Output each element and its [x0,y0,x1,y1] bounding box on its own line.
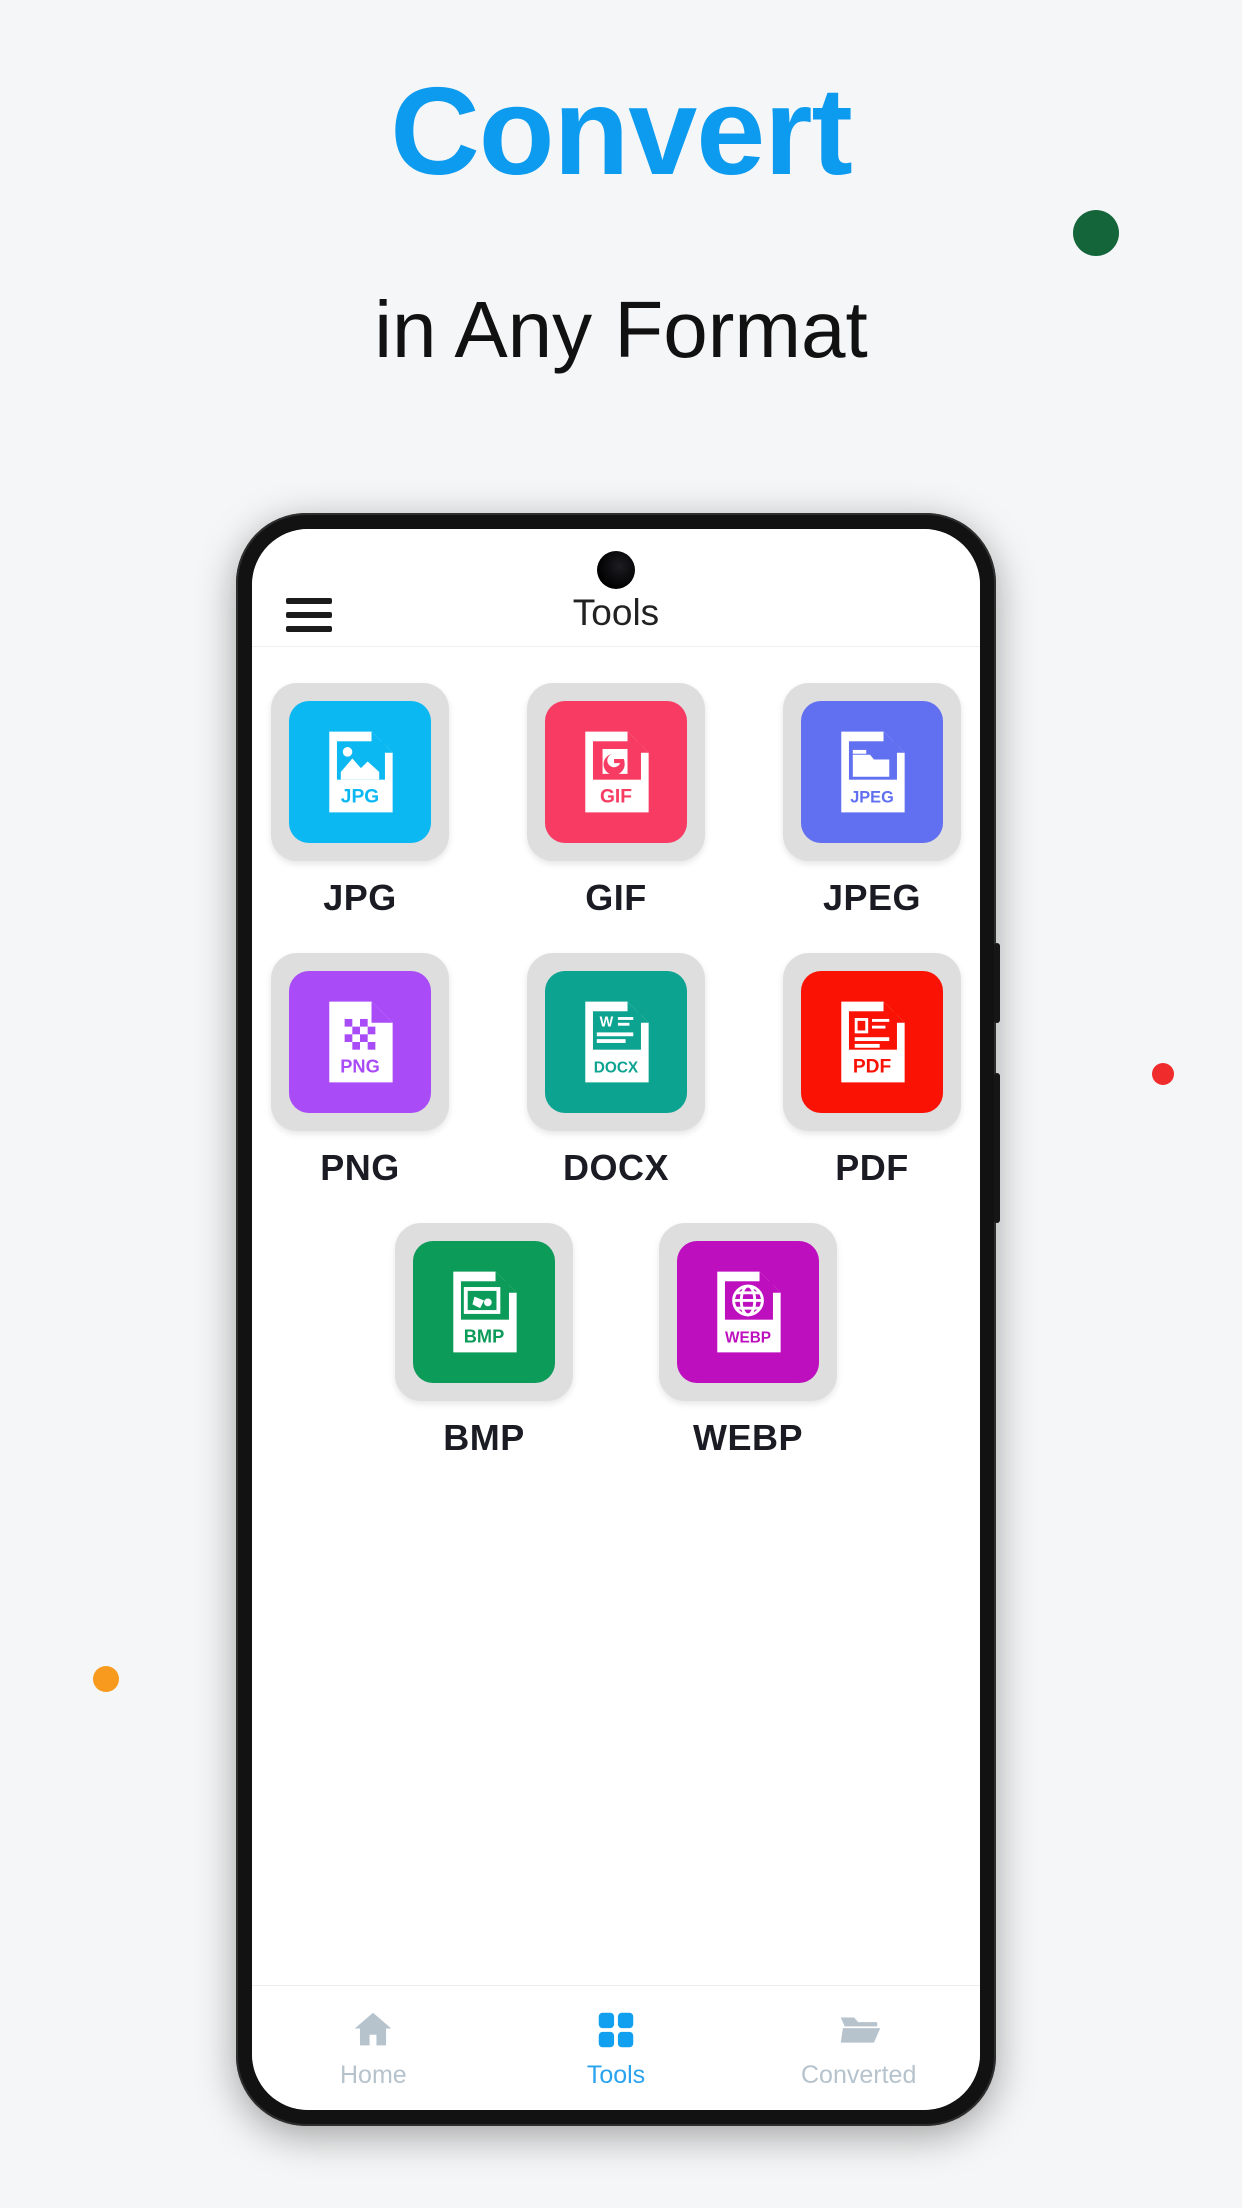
tile-inner: PNG [289,971,431,1113]
format-tile-webp[interactable]: WEBP WEBP [644,1223,852,1459]
tile-inner: JPG [289,701,431,843]
nav-label: Converted [801,2060,917,2089]
svg-text:PDF: PDF [853,1057,892,1078]
svg-text:DOCX: DOCX [594,1060,639,1077]
format-tile-docx[interactable]: W DOCX DOCX [512,953,720,1189]
svg-text:PNG: PNG [340,1056,380,1077]
tile-frame: JPEG [783,683,961,861]
format-tile-bmp[interactable]: BMP BMP [380,1223,588,1459]
tile-inner: WEBP [677,1241,819,1383]
word-file-icon: W DOCX [585,1001,649,1083]
nav-item-home[interactable]: Home [252,2007,495,2090]
pixels-file-icon: PNG [329,1001,393,1083]
format-tile-gif[interactable]: GIF GIF [512,683,720,919]
format-tile-png[interactable]: PNG PNG [256,953,464,1189]
page-subtitle: in Any Format [374,285,868,374]
format-label: BMP [443,1417,525,1458]
bitmap-file-icon: BMP [453,1271,517,1353]
folder-icon [840,2017,880,2043]
phone-screen: Tools JPG JPG GIF GIF JPEG JPEG PNG PNG … [252,529,980,2110]
nav-label: Home [339,2060,407,2089]
svg-text:W: W [600,1015,614,1031]
decor-dot-orange [93,1666,119,1692]
svg-text:GIF: GIF [600,787,632,808]
svg-text:JPG: JPG [341,787,379,808]
decor-dot-red [1152,1063,1174,1085]
format-tile-pdf[interactable]: PDF PDF [768,953,976,1189]
format-label: WEBP [693,1417,803,1458]
format-label: GIF [585,877,647,918]
tile-frame: W DOCX [527,953,705,1131]
app-bar-title: Tools [572,592,660,633]
tile-frame: BMP [395,1223,573,1401]
format-row-1: JPG JPG GIF GIF JPEG JPEG [252,683,980,919]
format-label: JPG [323,877,397,918]
nav-item-converted[interactable]: Converted [737,2007,980,2090]
format-label: JPEG [822,877,922,918]
nav-item-tools[interactable]: Tools [495,2007,738,2090]
nav-label: Tools [586,2060,646,2089]
format-label: PDF [835,1147,909,1188]
gif-file-icon: GIF [585,731,649,813]
format-tile-jpg[interactable]: JPG JPG [256,683,464,919]
promo-stage: Convert in Any Format Tools JPG JPG GIF … [0,0,1242,2208]
tile-inner: GIF [545,701,687,843]
hamburger-menu-icon[interactable] [286,598,332,632]
format-grid: JPG JPG GIF GIF JPEG JPEG PNG PNG W DOCX… [252,647,980,1986]
phone-mockup: Tools JPG JPG GIF GIF JPEG JPEG PNG PNG … [236,513,1000,2126]
app-bar: Tools [252,529,980,647]
tile-frame: PDF [783,953,961,1131]
tile-inner: BMP [413,1241,555,1383]
globe-file-icon: WEBP [717,1271,781,1353]
tile-inner: JPEG [801,701,943,843]
pdf-file-icon: PDF [841,1001,905,1083]
tile-frame: WEBP [659,1223,837,1401]
decor-dot-green [1073,210,1119,256]
format-label: PNG [320,1147,400,1188]
camera-punch-hole-icon [597,551,635,589]
page-title: Convert [390,63,853,201]
svg-text:WEBP: WEBP [725,1330,771,1347]
format-tile-jpeg[interactable]: JPEG JPEG [768,683,976,919]
format-row-2: PNG PNG W DOCX DOCX PDF PDF [252,953,980,1189]
format-row-3: BMP BMP WEBP WEBP [252,1223,980,1459]
tile-frame: GIF [527,683,705,861]
tile-frame: PNG [271,953,449,1131]
svg-text:BMP: BMP [464,1326,505,1347]
format-label: DOCX [562,1147,669,1188]
photo-file-icon: JPEG [841,731,905,813]
home-icon [355,2012,392,2045]
image-file-icon: JPG [329,731,393,813]
bottom-navigation: Home Tools Converted [252,1985,980,2110]
tile-inner: PDF [801,971,943,1113]
tile-frame: JPG [271,683,449,861]
grid-icon [598,2012,634,2047]
tile-inner: W DOCX [545,971,687,1113]
svg-text:JPEG: JPEG [850,789,894,807]
